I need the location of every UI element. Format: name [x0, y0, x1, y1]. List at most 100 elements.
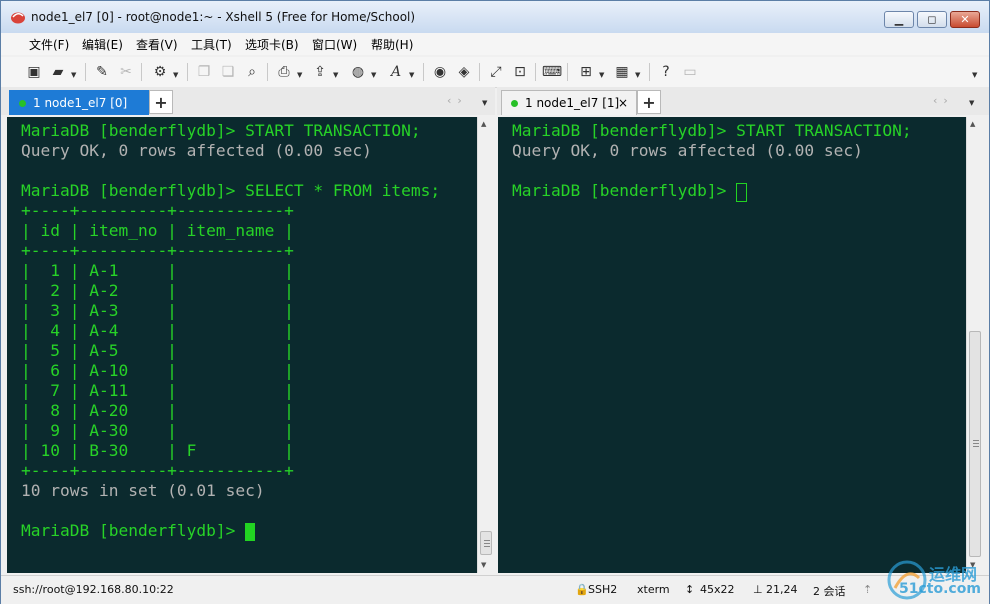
xshell-logo-icon: [11, 12, 25, 24]
menu-file[interactable]: 文件(F): [29, 36, 69, 53]
xftp-icon[interactable]: ◉: [431, 63, 449, 81]
tab-strip-left: 1 node1_el7 [0] + ‹› ▼: [1, 87, 495, 115]
shell-icon[interactable]: ◈: [455, 63, 473, 81]
tab-list-chevron-icon[interactable]: ▼: [969, 99, 974, 107]
toolbar-separator: [141, 63, 142, 81]
terminal-pane-left[interactable]: MariaDB [benderflydb]> START TRANSACTION…: [7, 117, 477, 573]
chevron-down-icon[interactable]: ▼: [333, 71, 338, 79]
chat-icon[interactable]: ▭: [681, 63, 699, 81]
scroll-thumb[interactable]: [480, 531, 492, 555]
maximize-button[interactable]: ◻: [917, 11, 947, 28]
terminal-line: MariaDB [benderflydb]> START TRANSACTION…: [512, 121, 912, 140]
menu-tools[interactable]: 工具(T): [191, 36, 232, 53]
disconnect-icon[interactable]: ✂: [117, 63, 135, 81]
scroll-thumb[interactable]: [969, 331, 981, 557]
scrollbar-right[interactable]: ▲ ▼: [966, 117, 984, 573]
terminal-line: Query OK, 0 rows affected (0.00 sec): [512, 141, 863, 160]
toolbar-separator: [649, 63, 650, 81]
menu-edit[interactable]: 编辑(E): [82, 36, 123, 53]
tab-node1-el7-1[interactable]: 1 node1_el7 [1] ×: [501, 90, 637, 115]
tab-list-chevron-icon[interactable]: ▼: [482, 99, 487, 107]
copy-icon[interactable]: ❐: [195, 63, 213, 81]
menu-view[interactable]: 查看(V): [136, 36, 178, 53]
terminal-line: | 10 | B-30 | F |: [21, 441, 294, 460]
connection-string: ssh://root@192.168.80.10:22: [13, 583, 174, 596]
lock-icon: 🔒: [575, 583, 589, 596]
toolbar-separator: [479, 63, 480, 81]
menu-bar: 文件(F) 编辑(E) 查看(V) 工具(T) 选项卡(B) 窗口(W) 帮助(…: [1, 33, 989, 55]
chevron-down-icon[interactable]: ▼: [173, 71, 178, 79]
resize-icon: ↕: [685, 583, 695, 596]
paste-icon[interactable]: ❏: [219, 63, 237, 81]
toolbar-separator: [267, 63, 268, 81]
session-count-label: 2 会话: [813, 585, 846, 598]
scroll-up-icon[interactable]: ▲: [481, 120, 486, 128]
toolbar: ▣ ▰ ▼ ✎ ✂ ⚙ ▼ ❐ ❏ ⌕ ⎙ ▼ ⇪ ▼ ◍ ▼ A ▼ ◉ ◈ …: [1, 57, 989, 88]
lock-icon[interactable]: ⊡: [511, 63, 529, 81]
chevron-down-icon[interactable]: ▼: [371, 71, 376, 79]
add-tab-button[interactable]: +: [637, 90, 661, 114]
app-window: node1_el7 [0] - root@node1:~ - Xshell 5 …: [0, 0, 990, 604]
terminal-line: MariaDB [benderflydb]> START TRANSACTION…: [21, 121, 421, 140]
print-icon[interactable]: ⎙: [275, 63, 293, 81]
terminal-line: MariaDB [benderflydb]>: [512, 181, 737, 200]
cursor-position-label: 21,24: [766, 583, 798, 596]
tab-scroll-arrows-icon[interactable]: ‹›: [933, 94, 954, 107]
globe-icon[interactable]: ◍: [349, 63, 367, 81]
menu-window[interactable]: 窗口(W): [312, 36, 357, 53]
layout-icon[interactable]: ▦: [613, 63, 631, 81]
terminal-cursor: [736, 183, 747, 202]
connected-status-icon: [511, 99, 518, 107]
terminal-line: | 5 | A-5 | |: [21, 341, 294, 360]
close-button[interactable]: ✕: [950, 11, 980, 28]
open-folder-icon[interactable]: ▰: [49, 63, 67, 81]
toolbar-overflow-icon[interactable]: ▼: [972, 71, 977, 79]
chevron-down-icon[interactable]: ▼: [409, 71, 414, 79]
tab-node1-el7-0[interactable]: 1 node1_el7 [0]: [9, 90, 149, 115]
close-icon: ✕: [960, 13, 970, 26]
scroll-up-icon[interactable]: ▲: [970, 120, 975, 128]
tab-label: 1 node1_el7 [1]: [525, 96, 620, 110]
terminal-type-label: xterm: [637, 583, 670, 596]
terminal-line: | 8 | A-20 | |: [21, 401, 294, 420]
terminal-pane-right[interactable]: MariaDB [benderflydb]> START TRANSACTION…: [498, 117, 966, 573]
terminal-cursor: [245, 523, 255, 541]
transfer-icon[interactable]: ⇪: [311, 63, 329, 81]
keyboard-icon[interactable]: ⌨: [542, 63, 562, 81]
terminal-size-label: 45x22: [700, 583, 735, 596]
new-session-icon[interactable]: ▣: [25, 63, 43, 81]
add-tab-button[interactable]: +: [149, 90, 173, 114]
add-tab-icon[interactable]: ⊞: [577, 63, 595, 81]
watermark-domain: 51cto.com: [899, 581, 981, 597]
close-tab-icon[interactable]: ×: [618, 96, 628, 110]
terminal-line: MariaDB [benderflydb]> SELECT * FROM ite…: [21, 181, 441, 200]
terminal-line: | 7 | A-11 | |: [21, 381, 294, 400]
find-icon[interactable]: ⌕: [243, 63, 261, 81]
terminal-line: Query OK, 0 rows affected (0.00 sec): [21, 141, 372, 160]
fullscreen-icon[interactable]: ⤢: [487, 63, 505, 81]
terminal-line: | 1 | A-1 | |: [21, 261, 294, 280]
tab-strip-right: 1 node1_el7 [1] × + ‹› ▼: [497, 87, 989, 115]
scroll-arrows-icon[interactable]: ⇡: [863, 583, 872, 596]
chevron-down-icon[interactable]: ▼: [297, 71, 302, 79]
toolbar-separator: [567, 63, 568, 81]
minimize-button[interactable]: ▁: [884, 11, 914, 28]
connect-icon[interactable]: ✎: [93, 63, 111, 81]
minimize-icon: ▁: [894, 13, 904, 26]
chevron-down-icon[interactable]: ▼: [635, 71, 640, 79]
properties-icon[interactable]: ⚙: [151, 63, 169, 81]
protocol-label: SSH2: [588, 583, 618, 596]
maximize-icon: ◻: [927, 13, 937, 26]
menu-help[interactable]: 帮助(H): [371, 36, 413, 53]
terminal-line: 10 rows in set (0.01 sec): [21, 481, 265, 500]
font-icon[interactable]: A: [387, 63, 405, 81]
scrollbar-left[interactable]: ▲ ▼: [477, 117, 495, 573]
chevron-down-icon[interactable]: ▼: [71, 71, 76, 79]
help-icon[interactable]: ?: [657, 63, 675, 81]
tab-scroll-arrows-icon[interactable]: ‹›: [447, 94, 468, 107]
toolbar-separator: [423, 63, 424, 81]
scroll-down-icon[interactable]: ▼: [481, 561, 486, 569]
toolbar-separator: [85, 63, 86, 81]
chevron-down-icon[interactable]: ▼: [599, 71, 604, 79]
menu-tabs[interactable]: 选项卡(B): [245, 36, 299, 53]
